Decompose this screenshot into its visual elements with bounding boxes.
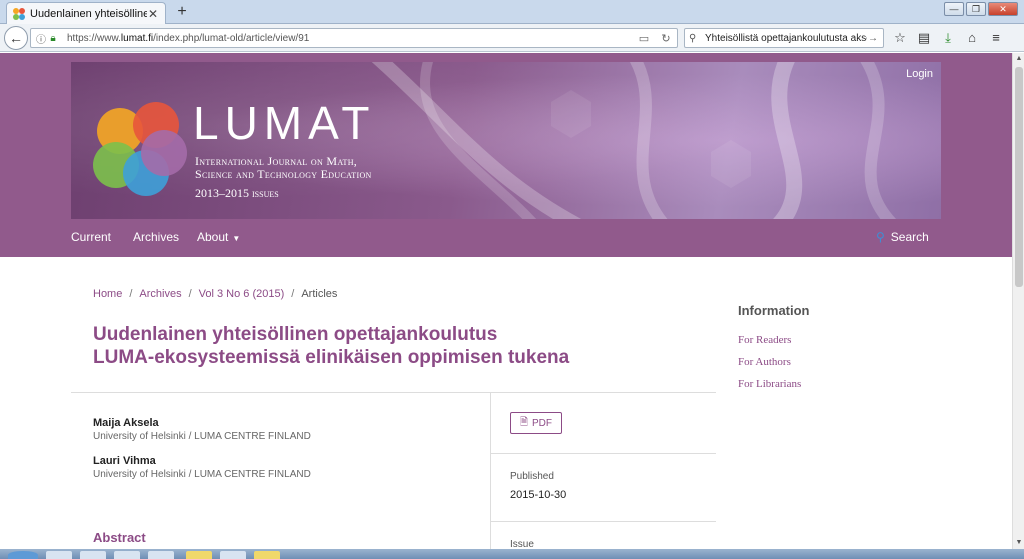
tab-close-icon[interactable]: ✕ <box>147 7 159 21</box>
menu-icon[interactable]: ≡ <box>986 28 1006 48</box>
back-button[interactable]: ← <box>4 26 28 50</box>
author-entry: Maija Aksela University of Helsinki / LU… <box>93 417 311 442</box>
bookmarks-list-icon[interactable]: ▤ <box>914 28 934 48</box>
breadcrumb: Home / Archives / Vol 3 No 6 (2015) / Ar… <box>93 288 338 300</box>
url-bar[interactable]: ⓘ 🔒︎ https://www.lumat.fi/index.php/luma… <box>30 28 678 48</box>
taskbar-app[interactable] <box>186 551 212 559</box>
search-icon: ⚲ <box>689 32 697 44</box>
os-taskbar <box>0 549 1024 559</box>
browser-nav-bar: ← ⓘ 🔒︎ https://www.lumat.fi/index.php/lu… <box>0 24 1024 52</box>
bookmark-star-icon[interactable]: ☆ <box>890 28 910 48</box>
url-text[interactable]: https://www.lumat.fi/index.php/lumat-old… <box>67 33 633 44</box>
journal-years: 2013–2015 issues <box>195 186 279 200</box>
author-entry: Lauri Vihma University of Helsinki / LUM… <box>93 455 311 480</box>
breadcrumb-current: Articles <box>301 288 338 300</box>
start-button[interactable] <box>8 551 38 559</box>
nav-current[interactable]: Current <box>71 230 111 244</box>
browser-search-bar[interactable]: ⚲ Yhteisöllistä opettajankoulutusta akse… <box>684 28 884 48</box>
author-affiliation: University of Helsinki / LUMA CENTRE FIN… <box>93 431 311 442</box>
breadcrumb-issue[interactable]: Vol 3 No 6 (2015) <box>199 288 285 300</box>
divider <box>71 392 716 393</box>
taskbar-app[interactable] <box>254 551 280 559</box>
download-icon[interactable]: ⤓ <box>938 28 958 48</box>
lock-icon: 🔒︎ <box>50 32 56 44</box>
search-bar-text[interactable]: Yhteisöllistä opettajankoulutusta aksela <box>705 33 867 44</box>
web-page: LUMAT International Journal on Math, Sci… <box>0 53 1012 549</box>
lumat-logo-icon <box>93 102 187 198</box>
scroll-up-icon[interactable]: ▲ <box>1013 53 1024 65</box>
window-controls: — ❐ ✕ <box>944 2 1018 16</box>
main-navigation: Current Archives About ▼ ⚲ Search <box>0 219 1012 257</box>
search-go-icon[interactable]: → <box>867 33 879 44</box>
scroll-thumb[interactable] <box>1015 67 1023 287</box>
published-label: Published <box>510 471 554 482</box>
minimize-button[interactable]: — <box>944 2 964 16</box>
breadcrumb-archives[interactable]: Archives <box>139 288 181 300</box>
sidebar-link-authors[interactable]: For Authors <box>738 356 791 368</box>
new-tab-button[interactable]: + <box>174 3 190 21</box>
taskbar-app[interactable] <box>114 551 140 559</box>
chevron-down-icon: ▼ <box>232 234 241 243</box>
author-name: Maija Aksela <box>93 417 159 429</box>
issue-label: Issue <box>510 539 534 549</box>
abstract-heading: Abstract <box>93 530 146 545</box>
nav-archives[interactable]: Archives <box>133 230 179 244</box>
taskbar-app[interactable] <box>80 551 106 559</box>
page-scrollbar[interactable]: ▲ ▼ <box>1012 53 1024 549</box>
column-divider <box>490 393 491 549</box>
main-content: Home / Archives / Vol 3 No 6 (2015) / Ar… <box>0 257 1012 549</box>
pdf-file-icon: 🗎 <box>519 416 529 428</box>
journal-subtitle: International Journal on Math, Science a… <box>195 154 372 181</box>
journal-title: LUMAT <box>193 97 376 149</box>
browser-tab-bar: Uudenlainen yhteisöllinen ... ✕ + — ❐ ✕ <box>0 0 1024 24</box>
browser-toolbar: ☆ ▤ ⤓ ⌂ ≡ <box>890 28 1006 48</box>
sidebar-link-librarians[interactable]: For Librarians <box>738 378 801 390</box>
home-icon[interactable]: ⌂ <box>962 28 982 48</box>
back-arrow-icon: ← <box>9 30 23 46</box>
close-window-button[interactable]: ✕ <box>988 2 1018 16</box>
nav-search[interactable]: ⚲ Search <box>876 230 929 244</box>
taskbar-app[interactable] <box>220 551 246 559</box>
author-name: Lauri Vihma <box>93 455 156 467</box>
published-date: 2015-10-30 <box>510 489 567 501</box>
nav-about[interactable]: About ▼ <box>197 230 240 244</box>
pdf-download-button[interactable]: 🗎 PDF <box>510 412 562 434</box>
browser-tab[interactable]: Uudenlainen yhteisöllinen ... ✕ <box>6 2 166 24</box>
taskbar-app[interactable] <box>46 551 72 559</box>
journal-banner: LUMAT International Journal on Math, Sci… <box>71 62 941 219</box>
divider <box>491 521 716 522</box>
reader-view-icon[interactable]: ▭ <box>633 32 655 45</box>
search-icon: ⚲ <box>876 230 885 244</box>
taskbar-app[interactable] <box>148 551 174 559</box>
sidebar-link-readers[interactable]: For Readers <box>738 334 791 346</box>
sidebar-heading: Information <box>738 303 810 318</box>
restore-button[interactable]: ❐ <box>966 2 986 16</box>
author-affiliation: University of Helsinki / LUMA CENTRE FIN… <box>93 469 311 480</box>
divider <box>491 453 716 454</box>
lumat-favicon-icon <box>13 7 25 20</box>
site-header: LUMAT International Journal on Math, Sci… <box>0 53 1012 257</box>
tab-title: Uudenlainen yhteisöllinen ... <box>30 7 147 20</box>
info-icon[interactable]: ⓘ <box>35 31 47 46</box>
login-link[interactable]: Login <box>906 68 933 80</box>
article-title: Uudenlainen yhteisöllinen opettajankoulu… <box>93 324 570 368</box>
breadcrumb-home[interactable]: Home <box>93 288 122 300</box>
scroll-down-icon[interactable]: ▼ <box>1013 537 1024 549</box>
reload-icon[interactable]: ↻ <box>655 32 677 45</box>
